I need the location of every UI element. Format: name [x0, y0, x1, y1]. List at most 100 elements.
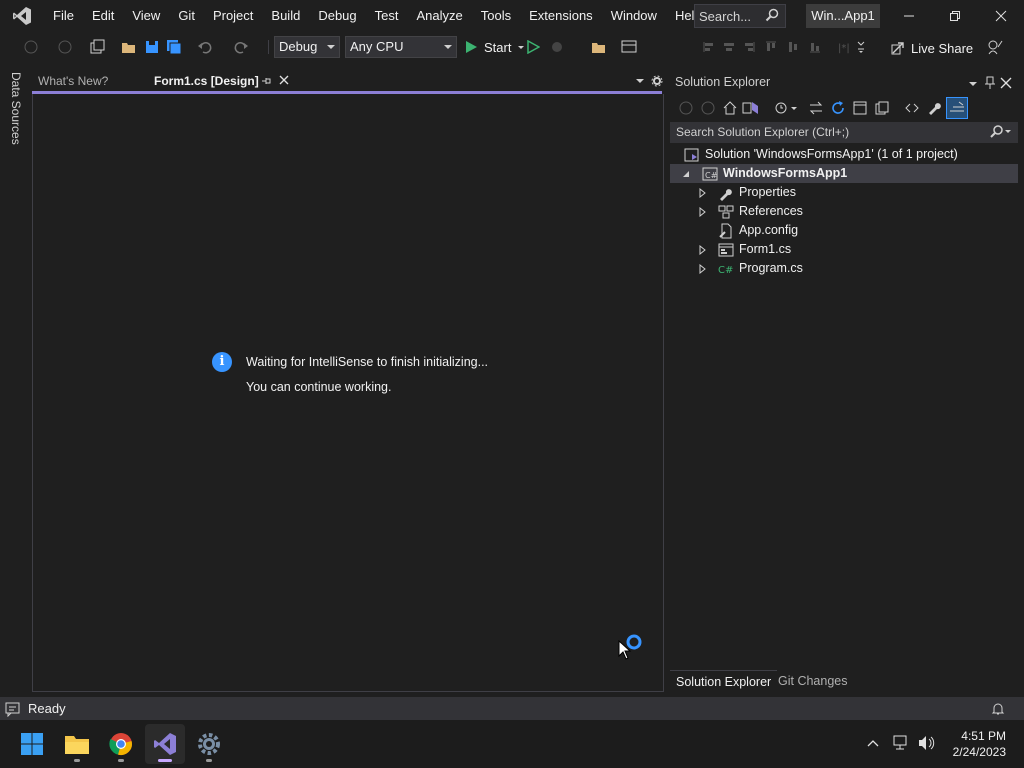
live-share-label: Live Share — [911, 40, 974, 56]
close-window-button[interactable] — [978, 0, 1024, 32]
tab-order-icon: |*| — [834, 38, 852, 56]
switch-views-icon[interactable] — [742, 100, 760, 119]
clock-date: 2/24/2023 — [952, 745, 1006, 759]
tab-solution-explorer[interactable]: Solution Explorer — [670, 670, 778, 692]
collapsed-arrow-icon[interactable] — [698, 263, 710, 274]
hot-reload-icon[interactable] — [548, 38, 566, 56]
chrome-icon[interactable] — [101, 724, 141, 764]
undo-icon[interactable] — [196, 38, 214, 56]
tree-item-properties[interactable]: Properties — [698, 183, 796, 202]
file-explorer-icon[interactable] — [57, 724, 97, 764]
menu-extensions[interactable]: Extensions — [520, 0, 602, 32]
tree-item-solution[interactable]: Solution 'WindowsFormsApp1' (1 of 1 proj… — [684, 145, 958, 164]
open-file-icon[interactable] — [120, 38, 138, 56]
svg-text:|*|: |*| — [838, 43, 850, 54]
se-search-icon[interactable] — [988, 125, 1012, 146]
system-clock[interactable]: 4:51 PM 2/24/2023 — [953, 728, 1006, 760]
navigate-forward-icon[interactable] — [56, 38, 74, 56]
layout-icon[interactable] — [620, 38, 638, 56]
menu-project[interactable]: Project — [204, 0, 262, 32]
pin-panel-icon[interactable] — [984, 76, 996, 93]
pending-changes-filter-icon[interactable] — [774, 100, 800, 119]
windows-taskbar: 4:51 PM 2/24/2023 — [0, 720, 1024, 768]
solution-explorer-toolbar — [670, 96, 1018, 120]
toolbar-overflow-icon[interactable] — [852, 38, 870, 56]
minimize-button[interactable] — [886, 0, 932, 32]
properties-wrench-icon[interactable] — [926, 100, 942, 119]
project-title-badge[interactable]: Win...App1 — [806, 4, 880, 28]
show-hidden-icons-chevron-icon[interactable] — [866, 736, 880, 753]
status-bar: Ready — [0, 697, 1024, 720]
menu-file[interactable]: File — [44, 0, 83, 32]
csharp-project-icon: C# — [702, 166, 718, 182]
sync-with-document-icon[interactable] — [808, 100, 824, 119]
data-sources-tab[interactable]: Data Sources — [9, 72, 23, 145]
redo-icon[interactable] — [232, 38, 250, 56]
windows-start-icon[interactable] — [12, 724, 52, 764]
tab-whats-new[interactable]: What's New? — [32, 70, 148, 92]
tree-item-app-config[interactable]: App.config — [718, 221, 798, 240]
navigate-back-icon[interactable] — [22, 38, 40, 56]
network-icon[interactable] — [893, 735, 911, 754]
search-icon[interactable] — [765, 8, 779, 25]
save-all-icon[interactable] — [165, 38, 183, 56]
home-icon[interactable] — [722, 100, 738, 119]
forward-icon[interactable] — [700, 100, 716, 119]
start-debugging-button[interactable]: Start — [464, 36, 526, 58]
new-project-icon[interactable] — [88, 38, 106, 56]
solution-platform-dropdown[interactable]: Any CPU — [345, 36, 457, 58]
se-search-placeholder: Search Solution Explorer (Ctrl+;) — [676, 125, 850, 139]
menu-debug[interactable]: Debug — [309, 0, 365, 32]
menu-analyze[interactable]: Analyze — [407, 0, 471, 32]
tab-form1-design[interactable]: Form1.cs [Design] — [148, 70, 296, 92]
tree-item-program[interactable]: C# Program.cs — [698, 259, 803, 278]
wrench-icon — [718, 185, 734, 201]
menu-build[interactable]: Build — [262, 0, 309, 32]
tree-item-form1[interactable]: Form1.cs — [698, 240, 791, 259]
collapsed-arrow-icon[interactable] — [698, 187, 710, 198]
save-icon[interactable] — [143, 38, 161, 56]
title-bar: File Edit View Git Project Build Debug Test Anal… — [0, 0, 1024, 32]
expanded-arrow-icon[interactable] — [681, 169, 692, 179]
align-tops-icon — [762, 38, 780, 56]
panel-options-dropdown-icon[interactable] — [968, 78, 978, 92]
menu-window[interactable]: Window — [602, 0, 666, 32]
collapsed-arrow-icon[interactable] — [698, 244, 710, 255]
tree-label: WindowsFormsApp1 — [723, 166, 848, 180]
visual-studio-taskbar-icon[interactable] — [145, 724, 185, 764]
view-code-icon[interactable] — [904, 100, 920, 119]
start-without-debugging-icon[interactable] — [524, 38, 542, 56]
solution-configuration-dropdown[interactable]: Debug — [274, 36, 340, 58]
menu-tools[interactable]: Tools — [472, 0, 520, 32]
tab-git-changes[interactable]: Git Changes — [772, 670, 853, 692]
restore-button[interactable] — [932, 0, 978, 32]
collapse-all-icon[interactable] — [852, 100, 868, 119]
visual-studio-logo-icon[interactable] — [0, 0, 44, 32]
refresh-icon[interactable] — [830, 100, 846, 119]
align-centers-icon — [720, 38, 738, 56]
menu-test[interactable]: Test — [366, 0, 408, 32]
search-placeholder: Search... — [699, 8, 752, 24]
mouse-cursor-icon — [618, 639, 632, 663]
feedback-icon[interactable] — [986, 38, 1004, 56]
live-share-button[interactable]: Live Share — [890, 38, 973, 58]
show-all-files-icon[interactable] — [874, 100, 890, 119]
tree-item-project[interactable]: C# WindowsFormsApp1 — [670, 164, 1018, 183]
align-bottoms-icon — [806, 38, 824, 56]
back-icon[interactable] — [678, 100, 694, 119]
volume-icon[interactable] — [918, 735, 936, 754]
menu-edit[interactable]: Edit — [83, 0, 123, 32]
collapsed-arrow-icon[interactable] — [698, 206, 710, 217]
settings-icon[interactable] — [189, 724, 229, 764]
references-icon — [718, 204, 734, 220]
search-input[interactable]: Search... — [694, 4, 786, 28]
solution-folder-icon[interactable] — [590, 38, 608, 56]
menu-view[interactable]: View — [123, 0, 169, 32]
tree-item-references[interactable]: References — [698, 202, 803, 221]
config-file-icon — [718, 223, 734, 239]
tab-label: Form1.cs [Design] — [154, 74, 259, 88]
close-panel-icon[interactable] — [1000, 77, 1012, 92]
preview-selected-items-icon[interactable] — [946, 97, 968, 119]
solution-explorer-search[interactable]: Search Solution Explorer (Ctrl+;) — [670, 122, 1018, 143]
menu-git[interactable]: Git — [169, 0, 204, 32]
